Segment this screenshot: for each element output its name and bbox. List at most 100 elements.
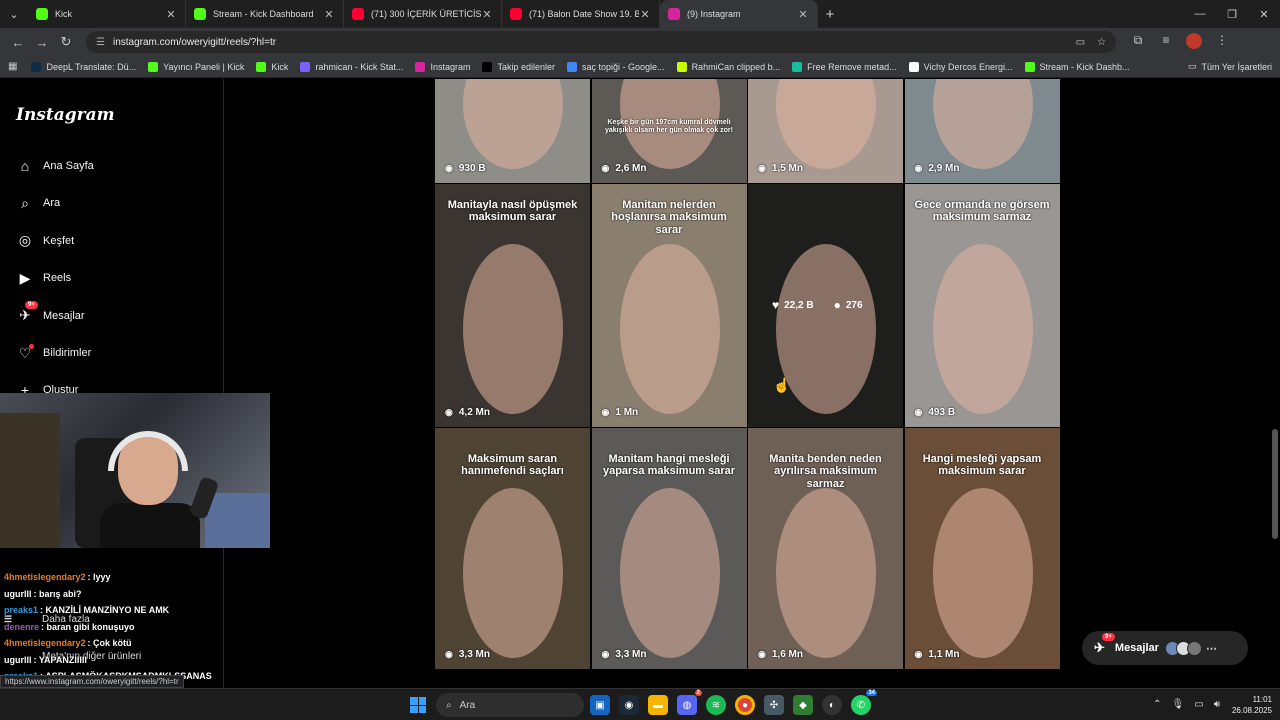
new-tab-button[interactable]: + [818, 6, 842, 23]
bookmark-item[interactable]: saç topiği - Google... [567, 61, 665, 72]
instagram-logo[interactable]: Instagram [16, 105, 115, 125]
widgets-icon[interactable]: ▣ [590, 695, 610, 715]
tab-close-icon[interactable]: ✕ [639, 8, 651, 21]
reel-tile[interactable]: ◉ 2,9 Mn [904, 79, 1060, 183]
messages-pill-button[interactable]: ✈ 9+ Mesajlar ⋯ [1082, 631, 1248, 665]
bookmark-favicon-icon [256, 61, 267, 72]
network-icon[interactable]: ▭ [1194, 699, 1203, 710]
profile-icon[interactable] [1180, 32, 1208, 52]
back-icon[interactable]: ← [6, 35, 30, 50]
reel-view-count: ◉ 1,5 Mn [758, 163, 803, 174]
page-scrollbar[interactable] [1272, 429, 1278, 539]
tray-chevron-icon[interactable]: ⌃ [1153, 699, 1161, 710]
all-bookmarks[interactable]: ▭ Tüm Yer İşaretleri [1188, 61, 1272, 72]
whatsapp-icon[interactable]: ✆ 34 [851, 690, 877, 715]
reel-tile[interactable]: Manitam nelerden hoşlanırsa maksimum sar… [591, 184, 747, 427]
mouse-cursor-icon: ☝ [773, 377, 791, 393]
browser-tab[interactable]: Stream - Kick Dashboard ✕ [186, 0, 344, 28]
reel-tile[interactable]: ◉ 1,5 Mn [748, 79, 903, 183]
chrome-icon[interactable]: ● [735, 695, 755, 715]
settings-app-icon[interactable]: ✣ [764, 695, 784, 715]
taskbar-clock[interactable]: 11:01 26.08.2025 [1232, 694, 1272, 716]
tab-search-icon[interactable]: ⌄ [0, 0, 28, 28]
reels-icon: ▶ [19, 269, 31, 286]
taskbar-search[interactable]: ⌕ Ara [436, 693, 584, 717]
sidebar-item-heart[interactable]: ♡ Bildirimler [16, 341, 91, 365]
minimize-icon[interactable]: — [1184, 8, 1216, 21]
sidebar-item-search[interactable]: ⌕ Ara [16, 191, 60, 215]
bookmark-item[interactable]: rahmican - Kick Stat... [300, 61, 403, 72]
reel-tile[interactable]: Keşke bir gün 197cm kumral dövmeli yakış… [591, 79, 747, 183]
view-count-text: 1,1 Mn [928, 649, 960, 660]
bookmark-item[interactable]: Instagram [415, 61, 470, 72]
spotify-icon[interactable]: ≋ [706, 695, 726, 715]
tab-close-icon[interactable]: ✕ [797, 8, 809, 21]
steam-icon[interactable]: ◉ [619, 695, 639, 715]
folder-icon: ▭ [1187, 61, 1197, 71]
close-window-icon[interactable]: ✕ [1248, 8, 1280, 21]
home-icon: ⌂ [20, 158, 30, 174]
chat-message: ugurlll: YAPANZIIIII [4, 655, 87, 665]
likes-count: 22,2 B [784, 299, 814, 311]
site-info-icon[interactable]: ☰ [96, 37, 105, 48]
bookmark-item[interactable]: Kick [256, 61, 288, 72]
bookmark-item[interactable]: RahmiCan clipped b... [676, 61, 780, 72]
obs-icon[interactable]: ◐ [822, 695, 842, 715]
address-bar-row: ← → ↻ ☰ instagram.com/oweryigitt/reels/?… [0, 28, 1280, 56]
webcam-bed [205, 493, 270, 548]
apps-grid-icon[interactable]: ▦ [8, 61, 17, 72]
browser-tab[interactable]: (9) Instagram ✕ [660, 0, 818, 28]
menu-icon[interactable]: ⋮ [1208, 33, 1236, 52]
cast-icon[interactable]: ▭ [1076, 37, 1085, 48]
system-tray: ⌃ 🎙︎ ▭ 🔊︎ [1143, 699, 1220, 710]
reel-caption: Manitayla nasıl öpüşmek maksimum sarar [447, 199, 578, 224]
sidebar-item-compass[interactable]: ◎ Keşfet [16, 229, 74, 253]
reel-caption: Gece ormanda ne görsem maksimum sarmaz [914, 199, 1050, 224]
reel-thumbnail-face [776, 79, 876, 169]
extensions-icon[interactable]: ⧉ [1124, 33, 1152, 52]
webcam-overlay [0, 393, 270, 548]
discord-icon[interactable]: ◍ 2 [677, 690, 702, 715]
sidebar-item-messenger[interactable]: ✈ 9+ Mesajlar [16, 300, 85, 328]
bookmark-item[interactable]: DeepL Translate: Dü... [31, 61, 137, 72]
sidebar-item-home[interactable]: ⌂ Ana Sayfa [16, 154, 94, 178]
maximize-icon[interactable]: ❐ [1216, 8, 1248, 21]
url-input[interactable]: ☰ instagram.com/oweryigitt/reels/?hl=tr … [86, 31, 1116, 53]
bookmark-item[interactable]: Stream - Kick Dashb... [1024, 61, 1130, 72]
tab-close-icon[interactable]: ✕ [165, 8, 177, 21]
volume-icon[interactable]: 🔊︎ [1214, 699, 1220, 710]
reload-icon[interactable]: ↻ [54, 34, 78, 50]
bookmark-star-icon[interactable]: ☆ [1097, 37, 1106, 48]
windows-start-icon[interactable] [410, 697, 426, 713]
reel-tile[interactable]: ◉ 930 B [435, 79, 590, 183]
bookmark-item[interactable]: Free Remove metad... [792, 61, 897, 72]
reel-thumbnail-face [463, 488, 563, 658]
reel-tile[interactable]: Manitam hangi mesleği yaparsa maksimum s… [591, 428, 747, 669]
sidebar-item-label: Ara [43, 197, 61, 210]
reel-tile[interactable]: Manitayla nasıl öpüşmek maksimum sarar ◉ 4… [435, 184, 590, 427]
bookmark-item[interactable]: Takip edilenler [482, 61, 555, 72]
bookmark-item[interactable]: Yayıncı Paneli | Kick [148, 61, 244, 72]
mic-tray-icon[interactable]: 🎙︎ [1172, 699, 1185, 710]
media-icon[interactable]: ≡ [1152, 33, 1180, 52]
browser-tab[interactable]: (71) Balon Date Show 19. Bölüm ✕ [502, 0, 660, 28]
tab-strip: Kick ✕ Stream - Kick Dashboard ✕ (71) 30… [28, 0, 818, 28]
tab-close-icon[interactable]: ✕ [323, 8, 335, 21]
reel-thumbnail-face [463, 79, 563, 169]
forward-icon[interactable]: → [30, 35, 54, 50]
bookmark-item[interactable]: Vichy Dercos Energi... [908, 61, 1013, 72]
reel-tile[interactable]: Manita benden neden ayrılırsa maksimum s… [748, 428, 903, 669]
file-explorer-icon[interactable]: ▬ [648, 695, 668, 715]
browser-tab[interactable]: Kick ✕ [28, 0, 186, 28]
sidebar-item-reels[interactable]: ▶ Reels [16, 266, 72, 290]
tab-close-icon[interactable]: ✕ [481, 8, 493, 21]
bookmark-label: DeepL Translate: Dü... [46, 61, 137, 72]
browser-tab[interactable]: (71) 300 İÇERİK ÜRETİCİSİNİ KA ✕ [344, 0, 502, 28]
reel-tile[interactable]: Maksimum saran hanımefendi saçları ◉ 3,3 M… [435, 428, 590, 669]
search-icon: ⌕ [21, 194, 29, 211]
avatar [1186, 640, 1202, 656]
green-app-icon[interactable]: ◆ [793, 695, 813, 715]
reel-tile[interactable]: Gece ormanda ne görsem maksimum sarmaz ◉ 4… [904, 184, 1060, 427]
reel-tile[interactable]: ♥ 22,2 B ● 276 [748, 184, 903, 427]
reel-tile[interactable]: Hangi mesleği yapsam maksimum sarar ◉ 1,1 … [904, 428, 1060, 669]
